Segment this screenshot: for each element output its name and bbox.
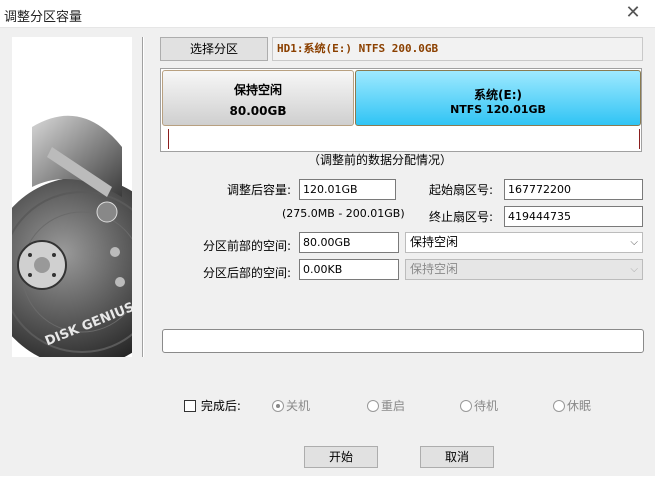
end-sector-label: 终止扇区号: <box>429 210 494 224</box>
front-space-action-select[interactable]: 保持空闲 ⌵ <box>405 232 643 253</box>
radio-button <box>272 399 284 412</box>
front-space-input[interactable]: 80.00GB <box>299 232 399 253</box>
progress-bar <box>162 329 644 353</box>
after-completion-checkbox[interactable] <box>184 399 196 412</box>
front-space-label: 分区前部的空间: <box>203 239 292 253</box>
radio-button <box>553 399 565 412</box>
radio-standby: 待机 <box>460 397 498 414</box>
radio-label: 待机 <box>474 399 499 413</box>
free-segment-name: 保持空闲 <box>233 83 282 97</box>
select-partition-button[interactable]: 选择分区 <box>160 37 268 61</box>
start-boundary-marker <box>168 129 169 149</box>
free-segment-size: 80.00GB <box>229 104 287 118</box>
radio-label: 重启 <box>381 399 406 413</box>
radio-label: 关机 <box>286 399 311 413</box>
radio-label: 休眠 <box>567 399 592 413</box>
partition-layout-bar: 保持空闲 80.00GB 系统(E:) NTFS 120.01GB <box>160 68 642 152</box>
size-range-hint: (275.0MB - 200.01GB) <box>282 207 405 220</box>
system-segment-detail: NTFS 120.01GB <box>450 103 546 116</box>
hard-disk-icon: DISK GENIUS <box>12 37 132 357</box>
start-sector-input[interactable]: 167772200 <box>504 179 643 200</box>
radio-shutdown: 关机 <box>272 397 310 414</box>
radio-button <box>367 399 379 412</box>
end-boundary-marker <box>639 129 640 149</box>
free-space-segment[interactable]: 保持空闲 80.00GB <box>162 70 354 126</box>
back-space-action-select: 保持空闲 ⌵ <box>405 259 643 280</box>
radio-restart: 重启 <box>367 397 405 414</box>
title-bar: 调整分区容量 ✕ <box>0 0 655 28</box>
back-space-action-value: 保持空闲 <box>410 262 459 276</box>
partition-info: HD1:系统(E:) NTFS 200.0GB <box>272 37 643 61</box>
new-size-input[interactable]: 120.01GB <box>299 179 396 200</box>
disk-genius-illustration: DISK GENIUS <box>12 37 132 357</box>
new-size-label: 调整后容量: <box>227 183 292 197</box>
start-button[interactable]: 开始 <box>304 446 378 468</box>
vertical-divider <box>142 37 144 357</box>
after-completion-label: 完成后: <box>200 399 241 413</box>
cancel-button[interactable]: 取消 <box>420 446 494 468</box>
radio-button <box>460 399 472 412</box>
end-sector-input[interactable]: 419444735 <box>504 206 643 227</box>
start-sector-label: 起始扇区号: <box>429 183 494 197</box>
window-title: 调整分区容量 <box>4 10 83 25</box>
chevron-down-icon: ⌵ <box>630 264 638 275</box>
close-icon[interactable]: ✕ <box>621 2 645 26</box>
back-space-input[interactable]: 0.00KB <box>299 259 399 280</box>
front-space-action-value: 保持空闲 <box>410 235 459 249</box>
layout-caption: （调整前的数据分配情况） <box>308 153 453 167</box>
after-completion-checkbox-group[interactable]: 完成后: <box>184 397 241 414</box>
system-partition-segment[interactable]: 系统(E:) NTFS 120.01GB <box>355 70 641 126</box>
underlying-window-edge <box>0 476 655 484</box>
radio-hibernate: 休眠 <box>553 397 591 414</box>
back-space-label: 分区后部的空间: <box>203 266 292 280</box>
system-segment-name: 系统(E:) <box>474 88 522 102</box>
chevron-down-icon: ⌵ <box>630 237 638 248</box>
